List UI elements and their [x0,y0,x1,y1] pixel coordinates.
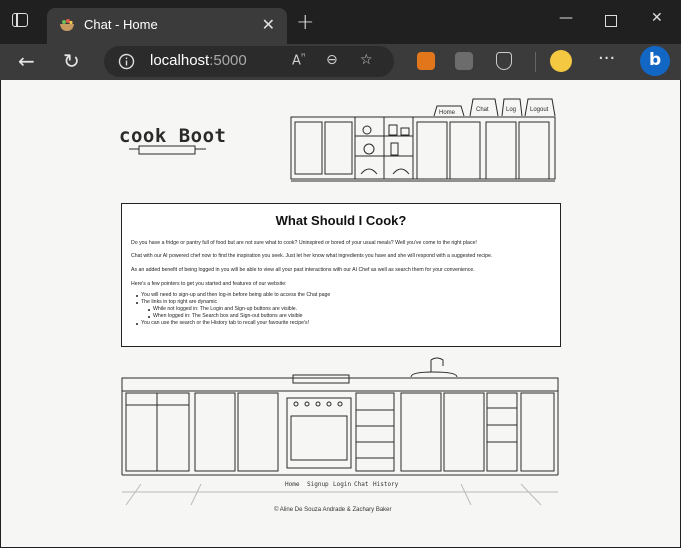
browser-toolbar: ← ↻ localhost:5000 Aꟸ ⊖ ☆ ··· b [0,44,681,80]
footer-link-login[interactable]: Login [333,481,351,488]
more-icon[interactable]: ··· [598,48,615,70]
duck-extension-icon[interactable] [550,50,572,72]
footer-link-chat[interactable]: Chat [354,481,368,488]
footer-link-home[interactable]: Home [285,481,299,488]
bing-letter: b [649,50,662,70]
header-link-chat[interactable]: Chat [476,107,489,113]
header-link-logout[interactable]: Logout [530,107,549,113]
bullet-dot [148,309,150,311]
title-bar: Chat - Home ✕ + — ✕ [0,0,681,44]
extension-icon[interactable] [455,52,473,70]
bullet-item-4: When logged in: The Search box and Sign-… [153,313,303,319]
card-heading: What Should I Cook? [275,213,407,228]
card-paragraph-2: Chat with our AI powered chef now to fin… [131,253,493,259]
copyright-text: © Aline De Souza Andrade & Zachary Baker [274,507,392,513]
bullet-item-1: You will need to sign-up and then log-in… [141,292,331,298]
bullet-dot [136,323,138,325]
metamask-extension-icon[interactable] [417,52,435,70]
site-logo[interactable]: cook Boot [119,125,226,147]
card-paragraph-3: As an added benefit of being logged in y… [131,267,475,273]
back-icon[interactable]: ← [18,50,35,72]
url-port: :5000 [209,52,247,69]
bing-icon[interactable]: b [640,46,670,76]
header-link-log[interactable]: Log [506,107,516,113]
close-tab-icon[interactable]: ✕ [262,15,275,34]
window-close-icon[interactable]: ✕ [651,10,663,26]
read-aloud-icon[interactable]: Aꟸ [292,52,306,68]
url-host: localhost [150,52,210,69]
tab-title: Chat - Home [84,17,158,32]
footer-link-history[interactable]: History [373,481,398,488]
header-link-home[interactable]: Home [439,110,456,116]
ublock-icon[interactable] [496,52,512,70]
info-icon[interactable] [118,53,135,70]
tab-actions-icon[interactable] [12,13,28,27]
card-paragraph-4: Here's a few pointers to get you started… [131,281,287,287]
footer-link-signup[interactable]: Signup [307,481,329,488]
bullet-dot [148,316,150,318]
bullet-item-2: The links in top right are dynamic [141,299,218,305]
bullet-item-5: You can use the search or the History ta… [141,320,310,326]
rolling-pin [129,145,206,155]
card-paragraph-1: Do you have a fridge or pantry full of f… [131,240,477,246]
zoom-icon[interactable]: ⊖ [326,52,338,68]
toolbar-divider [535,52,536,72]
refresh-icon[interactable]: ↻ [63,50,80,72]
bowl-icon [60,19,74,31]
intro-card: What Should I Cook? Do you have a fridge… [121,203,561,347]
browser-tab[interactable]: Chat - Home ✕ [47,8,287,44]
bullet-dot [136,295,138,297]
maximize-icon[interactable] [605,15,617,27]
bullet-item-3: While not logged in: The Login and Sign-… [153,306,298,312]
new-tab-icon[interactable]: + [296,10,314,35]
favorite-icon[interactable]: ☆ [360,52,373,68]
bullet-dot [136,302,138,304]
minimize-icon[interactable]: — [559,10,573,26]
address-bar[interactable]: localhost:5000 Aꟸ ⊖ ☆ [104,46,394,77]
url-text: localhost:5000 [150,52,247,69]
page-content: Home Chat Log Logout cook Boot What Shou… [1,80,680,547]
